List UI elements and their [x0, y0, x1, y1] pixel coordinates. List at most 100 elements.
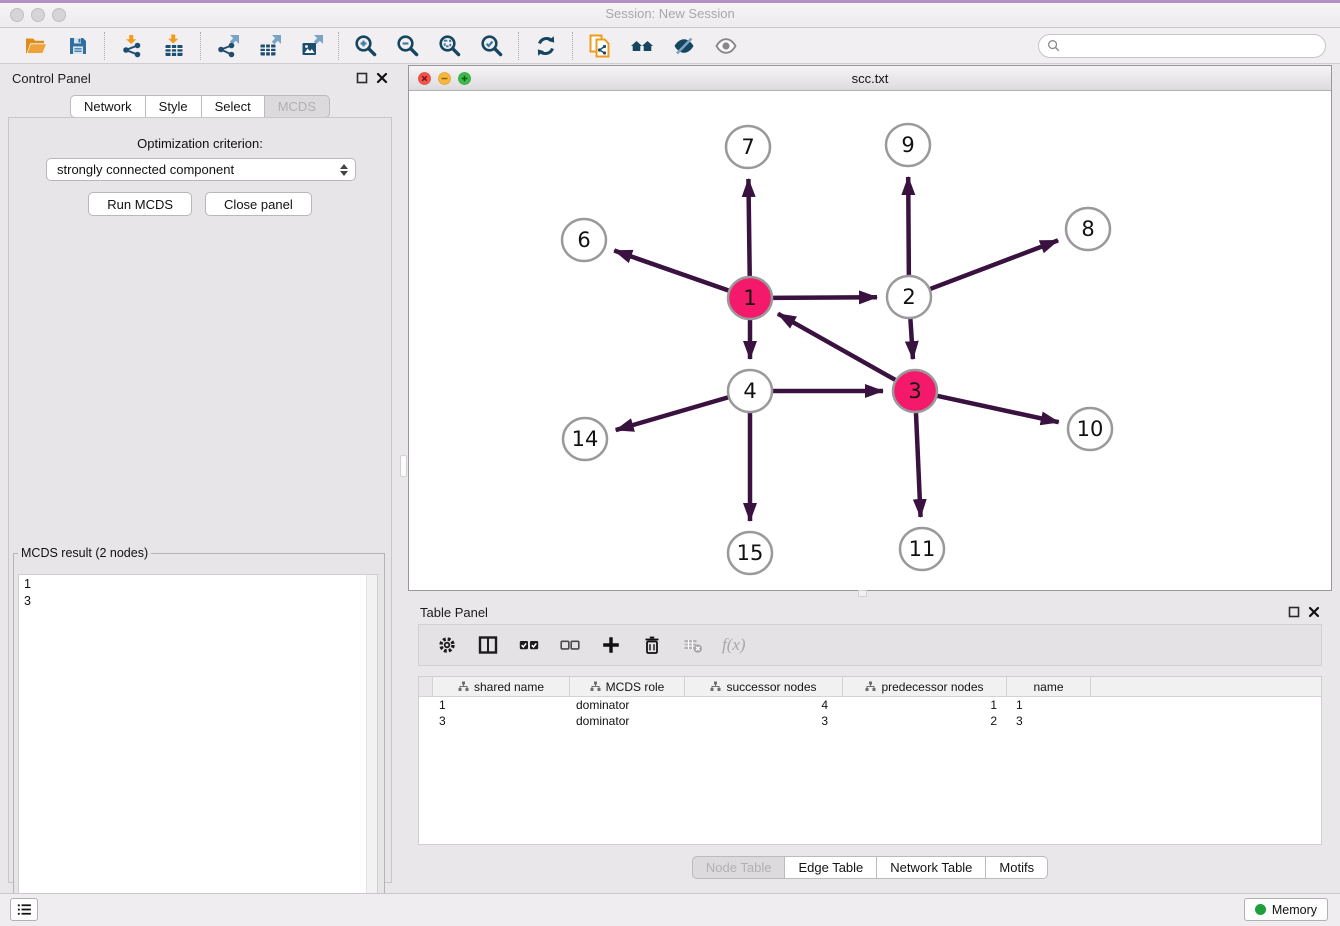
- graph-node-15[interactable]: 15: [728, 532, 772, 574]
- zoom-in-button[interactable]: [349, 32, 383, 60]
- mcds-result-text: 1 3: [19, 575, 365, 925]
- select-all-button[interactable]: [517, 633, 541, 657]
- show-columns-button[interactable]: [476, 633, 500, 657]
- graph-edge-2-3[interactable]: [910, 319, 913, 359]
- network-from-selection-button[interactable]: [583, 32, 617, 60]
- export-table-button[interactable]: [253, 32, 287, 60]
- graph-edge-1-2[interactable]: [772, 297, 877, 298]
- table-cell[interactable]: 2: [842, 714, 1006, 728]
- home-networks-button[interactable]: [625, 32, 659, 60]
- delete-column-button[interactable]: [640, 633, 664, 657]
- deselect-all-button[interactable]: [558, 633, 582, 657]
- graph-edge-2-9[interactable]: [908, 177, 909, 275]
- network-canvas[interactable]: 7 9 6 8 1 2 4 3 14 10 15 11: [409, 91, 1331, 590]
- column-header-successor-nodes[interactable]: successor nodes: [685, 677, 843, 696]
- column-header-mcds-role[interactable]: MCDS role: [570, 677, 685, 696]
- search-input[interactable]: [1065, 38, 1317, 54]
- table-settings-button[interactable]: [435, 633, 459, 657]
- float-table-panel-icon[interactable]: [1288, 606, 1300, 618]
- graph-node-10[interactable]: 10: [1068, 408, 1112, 450]
- open-session-button[interactable]: [19, 32, 53, 60]
- graph-node-11[interactable]: 11: [900, 528, 944, 570]
- tab-motifs[interactable]: Motifs: [986, 856, 1048, 879]
- export-image-button[interactable]: [295, 32, 329, 60]
- graph-node-6[interactable]: 6: [562, 219, 606, 261]
- titlebar: Session: New Session: [0, 0, 1340, 28]
- horizontal-splitter-grip[interactable]: [858, 590, 867, 597]
- vertical-splitter[interactable]: [400, 64, 408, 894]
- table-cell[interactable]: dominator: [569, 714, 684, 728]
- zoom-out-button[interactable]: [391, 32, 425, 60]
- mcds-result-scrollbar[interactable]: [366, 575, 377, 925]
- graph-edge-3-1[interactable]: [778, 314, 896, 380]
- import-network-icon: [120, 34, 144, 58]
- run-mcds-button[interactable]: Run MCDS: [88, 192, 192, 216]
- graph-node-2[interactable]: 2: [887, 276, 931, 318]
- table-cell[interactable]: 1: [432, 698, 569, 712]
- search-field[interactable]: [1038, 34, 1326, 58]
- criterion-value: strongly connected component: [57, 162, 234, 177]
- table-cell[interactable]: 1: [842, 698, 1006, 712]
- export-network-button[interactable]: [211, 32, 245, 60]
- zoom-selected-button[interactable]: [475, 32, 509, 60]
- table-cell[interactable]: dominator: [569, 698, 684, 712]
- graph-edge-4-14[interactable]: [616, 397, 729, 430]
- tab-node-table[interactable]: Node Table: [692, 856, 786, 879]
- network-window-titlebar[interactable]: scc.txt: [409, 66, 1331, 91]
- plus-icon: [601, 635, 621, 655]
- graph-edge-3-10[interactable]: [936, 396, 1058, 423]
- task-history-button[interactable]: [10, 898, 38, 921]
- close-table-panel-icon[interactable]: [1308, 606, 1320, 618]
- search-icon: [1047, 39, 1060, 52]
- graph-node-4[interactable]: 4: [728, 370, 772, 412]
- table-cell[interactable]: 3: [684, 714, 842, 728]
- tab-edge-table[interactable]: Edge Table: [785, 856, 877, 879]
- table-cell[interactable]: 3: [1006, 714, 1090, 728]
- hide-selected-button[interactable]: [667, 32, 701, 60]
- table-cell[interactable]: 4: [684, 698, 842, 712]
- close-panel-button[interactable]: Close panel: [205, 192, 312, 216]
- table-toolbar: f(x): [418, 624, 1322, 666]
- table-row[interactable]: 1dominator411: [419, 697, 1321, 713]
- network-graph[interactable]: 7 9 6 8 1 2 4 3 14 10 15 11: [409, 91, 1331, 590]
- graph-node-3[interactable]: 3: [893, 370, 937, 412]
- graph-edge-3-11[interactable]: [916, 413, 921, 517]
- graph-edge-1-6[interactable]: [614, 251, 729, 291]
- criterion-dropdown[interactable]: strongly connected component: [46, 158, 356, 181]
- graph-node-14[interactable]: 14: [563, 418, 607, 460]
- graph-node-7[interactable]: 7: [726, 126, 770, 168]
- tab-network[interactable]: Network: [70, 95, 146, 118]
- tab-mcds[interactable]: MCDS: [265, 95, 330, 118]
- column-header-shared-name[interactable]: shared name: [433, 677, 570, 696]
- zoom-fit-icon: [438, 34, 462, 58]
- import-network-button[interactable]: [115, 32, 149, 60]
- table-cell[interactable]: 3: [432, 714, 569, 728]
- splitter-grip[interactable]: [400, 455, 407, 477]
- table-cell[interactable]: 1: [1006, 698, 1090, 712]
- add-column-button[interactable]: [599, 633, 623, 657]
- graph-edge-2-8[interactable]: [930, 240, 1059, 289]
- select-all-icon: [519, 635, 539, 655]
- refresh-button[interactable]: [529, 32, 563, 60]
- column-header-name[interactable]: name: [1007, 677, 1091, 696]
- save-session-button[interactable]: [61, 32, 95, 60]
- tab-style[interactable]: Style: [146, 95, 202, 118]
- tab-network-table[interactable]: Network Table: [877, 856, 986, 879]
- export-image-icon: [300, 34, 324, 58]
- close-panel-icon[interactable]: [376, 72, 388, 84]
- graph-node-9[interactable]: 9: [886, 124, 930, 166]
- show-hidden-button[interactable]: [709, 32, 743, 60]
- zoom-in-icon: [354, 34, 378, 58]
- import-table-button[interactable]: [157, 32, 191, 60]
- save-icon: [66, 34, 90, 58]
- memory-button[interactable]: Memory: [1244, 898, 1328, 921]
- graph-edge-1-7[interactable]: [748, 179, 749, 276]
- graph-node-1[interactable]: 1: [728, 277, 772, 319]
- network-window-title: scc.txt: [409, 71, 1331, 86]
- column-header-predecessor-nodes[interactable]: predecessor nodes: [843, 677, 1007, 696]
- tab-select[interactable]: Select: [202, 95, 265, 118]
- zoom-fit-button[interactable]: [433, 32, 467, 60]
- table-row[interactable]: 3dominator323: [419, 713, 1321, 729]
- float-panel-icon[interactable]: [356, 72, 368, 84]
- graph-node-8[interactable]: 8: [1066, 208, 1110, 250]
